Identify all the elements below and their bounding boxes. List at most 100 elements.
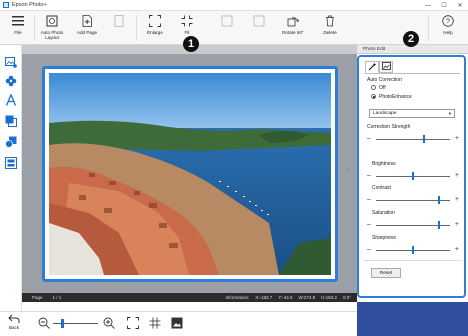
close-button[interactable]: ✕: [452, 0, 468, 11]
scene-selected-value: Landscape: [373, 111, 397, 116]
next-page-arrow-icon[interactable]: ›: [347, 166, 349, 173]
minus-icon[interactable]: –: [367, 246, 371, 253]
page-label: Page: [32, 295, 43, 300]
minus-icon[interactable]: –: [367, 172, 371, 179]
info-x: X:-183.7: [255, 295, 273, 300]
file-menu-button[interactable]: File: [3, 13, 33, 43]
enlarge-button[interactable]: Enlarge: [140, 13, 170, 43]
frame-tool[interactable]: [3, 114, 19, 130]
left-toolbar: [0, 45, 22, 311]
contrast-label: Contrast: [372, 185, 391, 191]
minus-icon[interactable]: –: [367, 221, 371, 228]
slider-handle[interactable]: [411, 246, 415, 254]
shape-tool[interactable]: [3, 135, 19, 151]
trash-icon: [324, 15, 336, 27]
slider-handle[interactable]: [411, 172, 415, 180]
slider-handle[interactable]: [437, 221, 441, 229]
zoom-in-icon[interactable]: [103, 317, 115, 329]
selected-photo[interactable]: [42, 66, 338, 282]
photoenhance-radio[interactable]: [371, 94, 376, 99]
plus-icon[interactable]: +: [455, 196, 459, 203]
frame-icon: [5, 115, 17, 129]
crop-tab[interactable]: [379, 61, 393, 73]
sharpness-slider[interactable]: – +: [367, 246, 459, 254]
maximize-button[interactable]: ☐: [436, 0, 452, 11]
title-bar: Epson Photo+ — ☐ ✕: [0, 0, 468, 11]
panel-divider: [363, 260, 462, 261]
plus-icon[interactable]: +: [455, 135, 459, 142]
disabled-tool-button[interactable]: [104, 13, 134, 43]
zoom-slider-handle[interactable]: [60, 319, 64, 328]
rotate-button[interactable]: Rotate 90°: [278, 13, 308, 43]
slider-handle[interactable]: [437, 196, 441, 204]
image-icon: [221, 15, 233, 27]
window-controls: — ☐ ✕: [420, 0, 468, 11]
fit-icon: [181, 15, 193, 27]
callout-marker-1: 1: [183, 36, 199, 52]
delete-button[interactable]: Delete: [315, 13, 345, 43]
flower-icon: [5, 75, 17, 89]
fit-label: Fit: [184, 30, 190, 35]
disabled-tool-button[interactable]: [212, 13, 242, 43]
info-rotation: 0.0°: [342, 295, 351, 300]
plus-icon[interactable]: +: [455, 172, 459, 179]
panel-tabs: [365, 61, 393, 73]
scene-dropdown[interactable]: Landscape ▾: [369, 109, 455, 118]
help-icon: ?: [442, 15, 454, 27]
add-page-button[interactable]: Add Page: [72, 13, 102, 43]
photo-add-icon: [5, 56, 17, 70]
brightness-slider[interactable]: – +: [367, 172, 459, 180]
layout-tool[interactable]: [3, 156, 19, 172]
page-indicator: 1 / 1: [52, 295, 62, 300]
rotate-icon: [287, 15, 299, 27]
layout-icon: [5, 157, 17, 171]
help-label: Help: [443, 30, 453, 35]
saturation-label: Saturation: [372, 210, 395, 216]
file-label: File: [14, 30, 22, 35]
back-button[interactable]: Back: [6, 314, 22, 335]
grid-icon[interactable]: [149, 317, 161, 329]
text-tool[interactable]: [3, 93, 19, 109]
add-image-tool[interactable]: [3, 55, 19, 71]
slider-handle[interactable]: [422, 135, 426, 143]
minimize-button[interactable]: —: [420, 0, 436, 11]
info-w: W:274.8: [298, 295, 316, 300]
fit-to-window-icon[interactable]: [127, 317, 139, 329]
minus-icon[interactable]: –: [367, 135, 371, 142]
callout-marker-2: 2: [403, 31, 419, 47]
disabled-tool-button[interactable]: [244, 13, 274, 43]
photo-image: [49, 73, 331, 275]
info-h: H:183.2: [321, 295, 337, 300]
photo-information: Information: X:-183.7 Y:-44.6 W:274.8 H:…: [225, 295, 351, 300]
svg-text:?: ?: [446, 19, 450, 26]
photoenhance-option-label: PhotoEnhance: [379, 94, 412, 100]
status-bar: Page 1 / 1 Information: X:-183.7 Y:-44.6…: [22, 293, 357, 302]
plus-icon[interactable]: +: [455, 246, 459, 253]
correction-strength-slider[interactable]: – +: [367, 135, 459, 143]
plus-icon[interactable]: +: [455, 221, 459, 228]
zoom-out-icon[interactable]: [38, 317, 50, 329]
adjust-tab[interactable]: [365, 61, 379, 73]
rotate-label: Rotate 90°: [282, 30, 304, 35]
bottom-right-area: [357, 302, 468, 336]
reset-button[interactable]: Reset: [371, 268, 401, 278]
minus-icon[interactable]: –: [367, 196, 371, 203]
contrast-slider[interactable]: – +: [367, 196, 459, 204]
crop-image-icon: [381, 61, 391, 73]
information-label: Information:: [225, 295, 250, 300]
off-radio[interactable]: [371, 85, 376, 90]
text-a-icon: [5, 93, 17, 108]
image-icon: [253, 15, 265, 27]
auto-photo-layout-button[interactable]: Auto Photo Layout: [37, 13, 67, 43]
saturation-slider[interactable]: – +: [367, 221, 459, 229]
help-button[interactable]: ? Help: [433, 13, 463, 43]
auto-correction-label: Auto Correction: [367, 77, 402, 83]
auto-layout-icon: [46, 15, 58, 27]
panel-tab-divider: [365, 73, 460, 74]
slider-track[interactable]: [376, 139, 450, 140]
enlarge-label: Enlarge: [147, 30, 163, 35]
brightness-label: Brightness: [372, 161, 396, 167]
preview-image-icon[interactable]: [171, 317, 183, 329]
back-arrow-icon: [8, 314, 20, 325]
stamp-tool[interactable]: [3, 74, 19, 90]
